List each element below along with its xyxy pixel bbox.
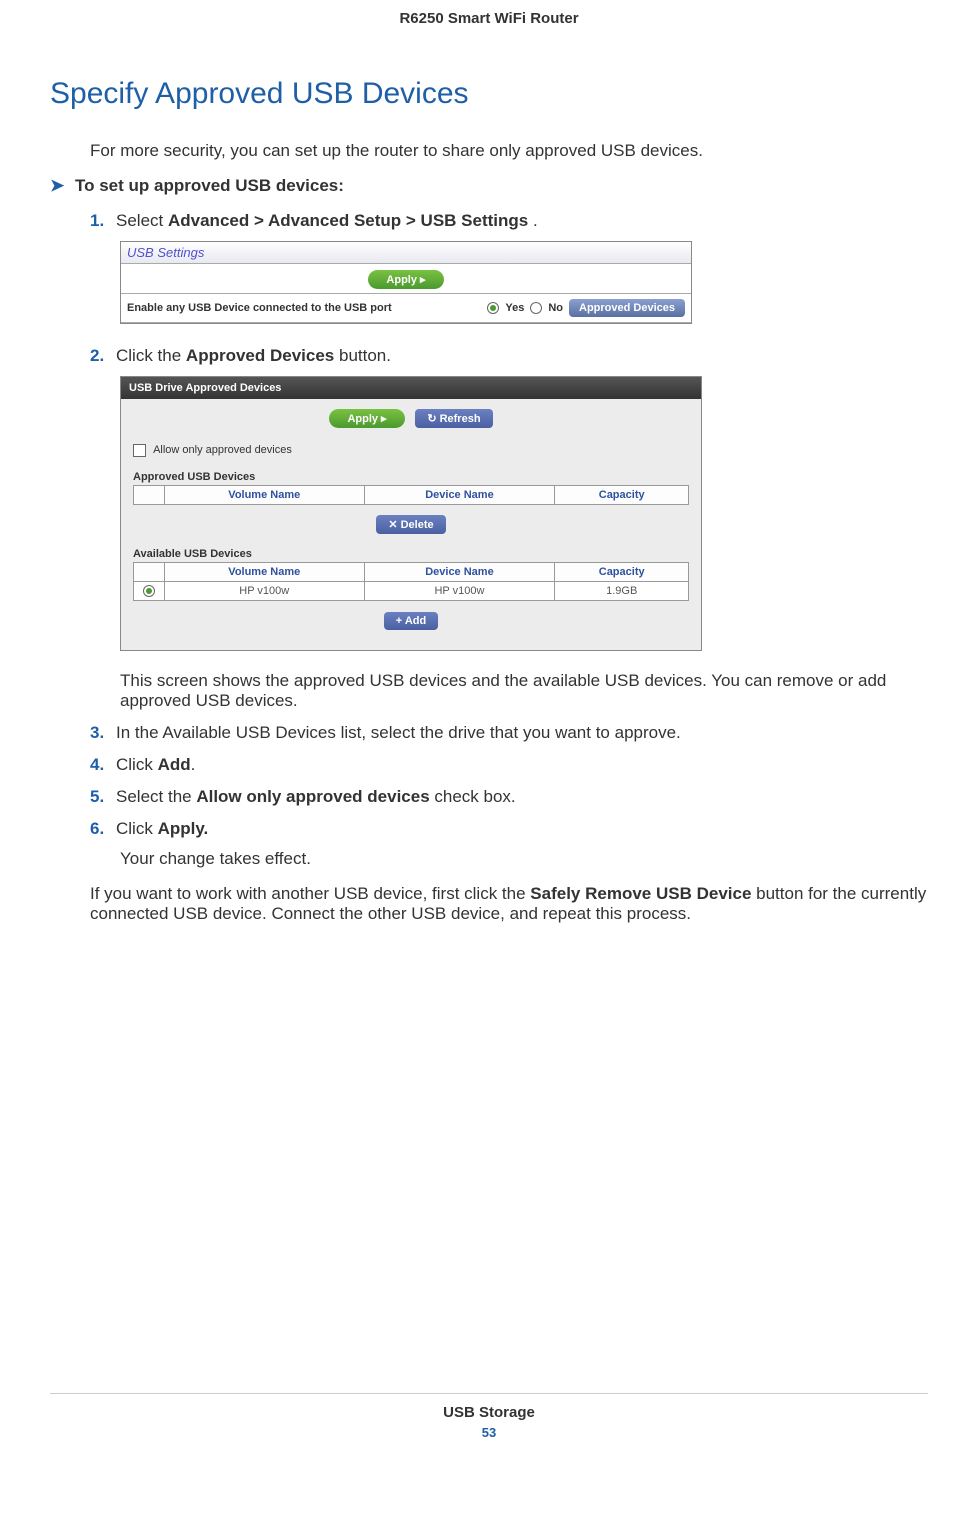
allow-only-approved-label: Allow only approved devices <box>153 444 292 456</box>
radio-no-label: No <box>548 302 563 314</box>
col-capacity: Capacity <box>555 486 689 505</box>
step-text-pre: Click <box>116 819 158 838</box>
approved-usb-heading: Approved USB Devices <box>133 471 689 483</box>
screenshot-approved-devices: USB Drive Approved Devices Apply ▸ ↻ Ref… <box>120 376 702 651</box>
task-heading-text: To set up approved USB devices: <box>75 176 344 195</box>
col-volume: Volume Name <box>165 486 365 505</box>
screenshot-usb-settings: USB Settings Apply ▸ Enable any USB Devi… <box>120 241 692 324</box>
section-title: Specify Approved USB Devices <box>50 77 928 111</box>
step-number: 4. <box>90 755 116 775</box>
step-text-bold: Add <box>158 755 191 774</box>
cell-device: HP v100w <box>364 582 555 601</box>
footer-page-number: 53 <box>0 1425 978 1440</box>
available-usb-table: Volume Name Device Name Capacity HP v100… <box>133 562 689 601</box>
approved-usb-table: Volume Name Device Name Capacity <box>133 485 689 505</box>
step-text: In the Available USB Devices list, selec… <box>116 723 681 742</box>
cell-volume: HP v100w <box>165 582 365 601</box>
task-arrow-icon: ➤ <box>50 176 75 196</box>
step-text-pre: Click the <box>116 346 186 365</box>
step-text-post: . <box>528 211 537 230</box>
radio-yes-label: Yes <box>505 302 524 314</box>
col-capacity: Capacity <box>555 563 689 582</box>
table-row[interactable]: HP v100w HP v100w 1.9GB <box>134 582 689 601</box>
step-number: 5. <box>90 787 116 807</box>
radio-yes[interactable] <box>487 302 499 314</box>
step-text-bold: Advanced > Advanced Setup > USB Settings <box>168 211 528 230</box>
step-2-body: This screen shows the approved USB devic… <box>120 671 928 711</box>
ss1-row-label: Enable any USB Device connected to the U… <box>127 302 481 314</box>
col-volume: Volume Name <box>165 563 365 582</box>
footer-section: USB Storage <box>0 1404 978 1421</box>
trailing-bold: Safely Remove USB Device <box>530 884 751 903</box>
step-text-pre: Select <box>116 211 168 230</box>
step-2: 2.Click the Approved Devices button. USB… <box>90 346 928 711</box>
step-4: 4.Click Add. <box>90 755 928 775</box>
ss2-title: USB Drive Approved Devices <box>121 377 701 399</box>
page-header: R6250 Smart WiFi Router <box>50 10 928 27</box>
trailing-pre: If you want to work with another USB dev… <box>90 884 530 903</box>
step-text-bold: Approved Devices <box>186 346 334 365</box>
step-5: 5.Select the Allow only approved devices… <box>90 787 928 807</box>
radio-no[interactable] <box>530 302 542 314</box>
page-footer: USB Storage 53 <box>0 1393 978 1440</box>
cell-capacity: 1.9GB <box>555 582 689 601</box>
add-button[interactable]: + Add <box>384 612 438 630</box>
step-6: 6.Click Apply. Your change takes effect. <box>90 819 928 869</box>
step-3: 3.In the Available USB Devices list, sel… <box>90 723 928 743</box>
step-text-post: . <box>191 755 196 774</box>
step-text-bold: Apply. <box>158 819 209 838</box>
available-usb-heading: Available USB Devices <box>133 548 689 560</box>
apply-button[interactable]: Apply ▸ <box>329 409 404 428</box>
step-number: 2. <box>90 346 116 366</box>
step-number: 6. <box>90 819 116 839</box>
step-text-pre: Select the <box>116 787 196 806</box>
step-text-post: check box. <box>430 787 516 806</box>
step-1: 1.Select Advanced > Advanced Setup > USB… <box>90 211 928 334</box>
delete-button[interactable]: ✕ Delete <box>376 515 445 534</box>
step-number: 3. <box>90 723 116 743</box>
trailing-paragraph: If you want to work with another USB dev… <box>90 884 928 924</box>
step-text-pre: Click <box>116 755 158 774</box>
step-text-bold: Allow only approved devices <box>196 787 429 806</box>
apply-button[interactable]: Apply ▸ <box>368 270 443 289</box>
ss1-title: USB Settings <box>121 242 691 264</box>
allow-only-approved-checkbox[interactable] <box>133 444 146 457</box>
step-text-post: button. <box>334 346 391 365</box>
approved-devices-button[interactable]: Approved Devices <box>569 299 685 317</box>
step-6-body: Your change takes effect. <box>120 849 928 869</box>
col-device: Device Name <box>364 486 555 505</box>
row-radio[interactable] <box>143 585 155 597</box>
refresh-button[interactable]: ↻ Refresh <box>415 409 492 428</box>
task-heading: ➤To set up approved USB devices: <box>50 176 928 196</box>
step-number: 1. <box>90 211 116 231</box>
intro-paragraph: For more security, you can set up the ro… <box>90 141 928 161</box>
col-device: Device Name <box>364 563 555 582</box>
